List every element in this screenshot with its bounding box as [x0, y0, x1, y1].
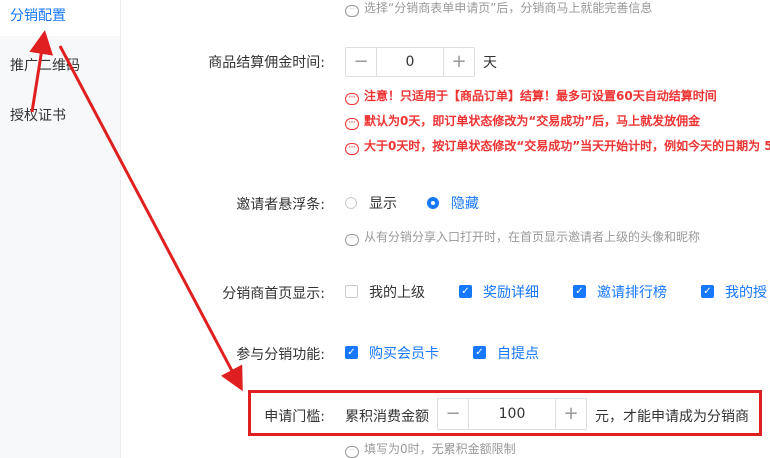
- annotation-arrows: [29, 30, 243, 392]
- arrow-to-threshold: [58, 45, 243, 392]
- arrow-to-sidebar: [29, 30, 54, 113]
